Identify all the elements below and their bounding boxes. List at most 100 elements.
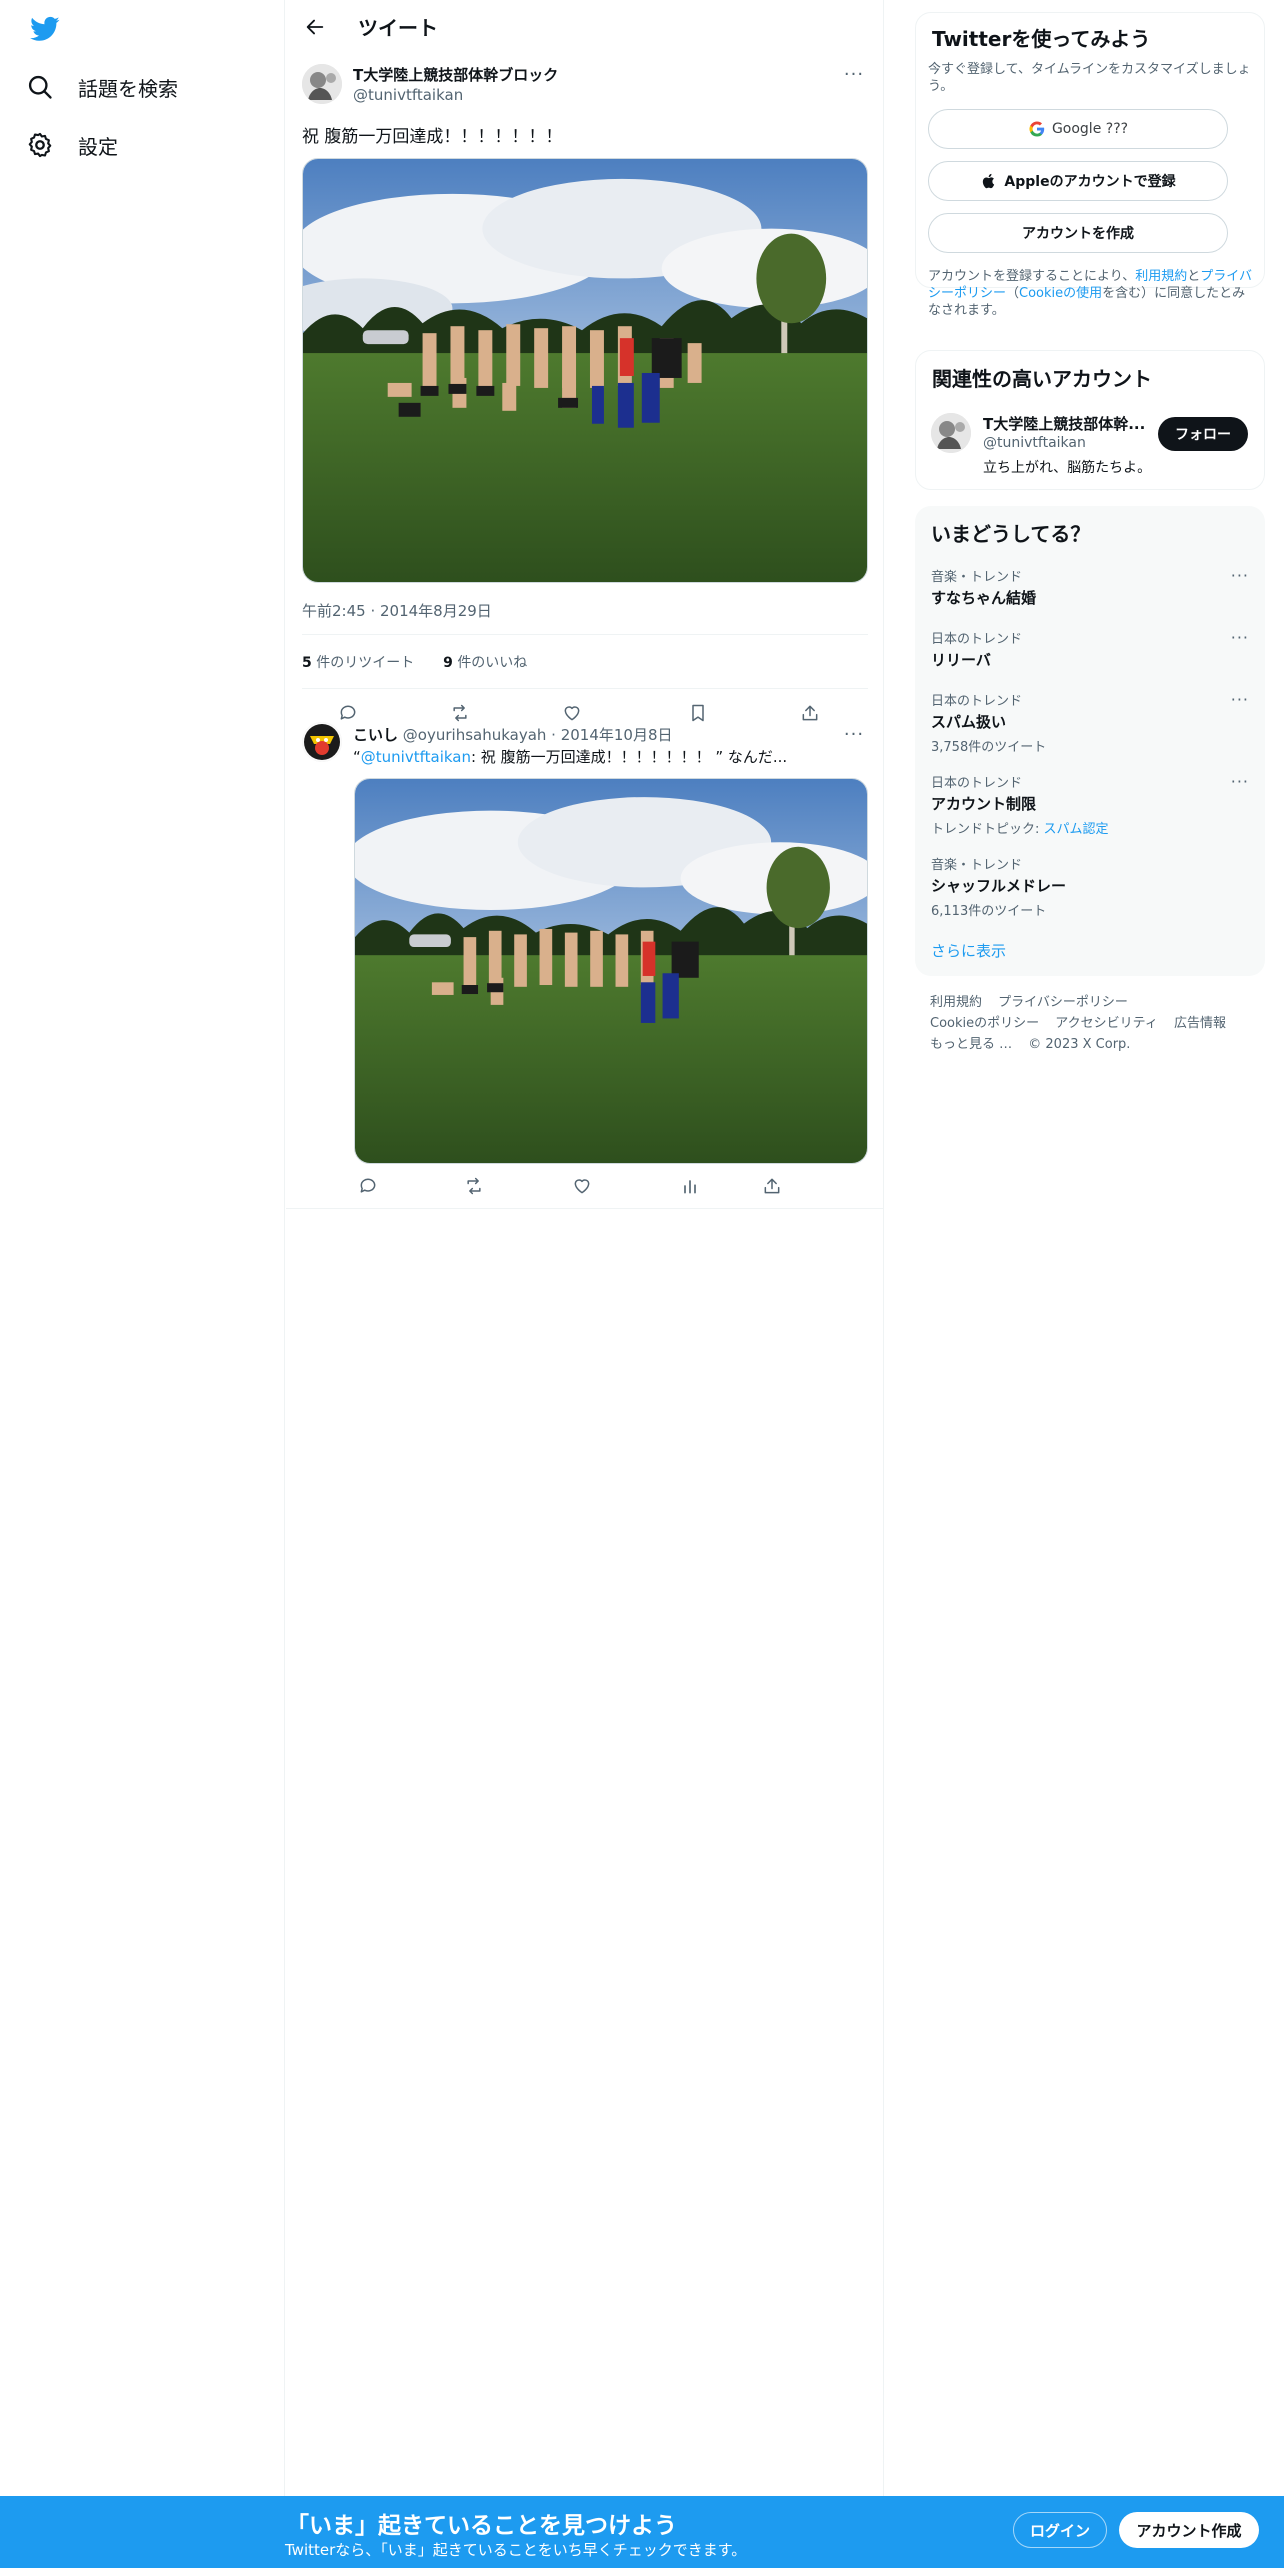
trend-name: スパム扱い xyxy=(931,713,1007,731)
trend-count: 6,113件のツイート xyxy=(931,904,1047,919)
team-photo-image xyxy=(303,159,867,582)
like-count[interactable]: 9 xyxy=(443,655,453,671)
trend-name: シャッフルメドレー xyxy=(931,877,1067,895)
trend-count: 3,758件のツイート xyxy=(931,740,1047,755)
signup-card-title: Twitterを使ってみよう xyxy=(932,27,1151,51)
trend-meta: 日本のトレンド xyxy=(931,694,1023,709)
trend-item[interactable]: 日本のトレンド スパム扱い 3,758件のツイート ··· xyxy=(931,690,1249,755)
trend-item[interactable]: 日本のトレンド アカウント制限 トレンドトピック: スパム認定 ··· xyxy=(931,772,1249,837)
trend-topic: トレンドトピック: スパム認定 xyxy=(931,818,1249,837)
relevant-account-name[interactable]: T大学陸上競技部体幹... xyxy=(983,413,1145,434)
heart-icon[interactable] xyxy=(558,699,586,727)
reply-photo[interactable] xyxy=(354,778,868,1164)
trend-more-icon[interactable]: ··· xyxy=(1231,566,1249,585)
bottom-signup-bar: 「いま」起きていることを見つけよう Twitterなら、「いま」起きていることを… xyxy=(0,2496,1284,2568)
tweet-photo[interactable] xyxy=(302,158,868,583)
footer-terms-link[interactable]: 利用規約 xyxy=(930,995,982,1010)
trend-topic-prefix: トレンドトピック: xyxy=(931,822,1044,837)
cookie-link[interactable]: Cookieの使用 xyxy=(1019,286,1102,301)
nav-explore[interactable]: 話題を検索 xyxy=(26,62,178,112)
gear-icon xyxy=(28,132,52,158)
trend-item[interactable]: 音楽・トレンド すなちゃん結婚 ··· xyxy=(931,566,1249,608)
divider xyxy=(302,634,868,635)
apple-signup-label: Appleのアカウントで登録 xyxy=(1004,174,1176,190)
retweet-count[interactable]: 5 xyxy=(302,655,312,671)
analytics-icon[interactable] xyxy=(676,1172,704,1200)
like-count-label[interactable]: 件のいいね xyxy=(457,655,527,671)
twitter-bird-icon[interactable] xyxy=(28,14,62,44)
signup-button[interactable]: アカウント作成 xyxy=(1119,2512,1259,2548)
bookmark-icon[interactable] xyxy=(684,699,712,727)
footer-accessibility-link[interactable]: アクセシビリティ xyxy=(1055,1016,1158,1031)
nav-settings[interactable]: 設定 xyxy=(26,120,118,170)
signup-card: Twitterを使ってみよう 今すぐ登録して、タイムラインをカスタマイズしましょ… xyxy=(915,12,1265,318)
google-signup-button[interactable]: Google ??? xyxy=(928,109,1228,149)
trend-item[interactable]: 音楽・トレンド シャッフルメドレー 6,113件のツイート xyxy=(931,854,1249,919)
relevant-accounts-card: 関連性の高いアカウント T大学陸上競技部体幹... @tunivtftaikan… xyxy=(915,350,1265,490)
relevant-account-bio: 立ち上がれ、脳筋たちよ。 xyxy=(983,460,1152,476)
trend-item[interactable]: 日本のトレンド リリーバ ··· xyxy=(931,628,1249,670)
tweet-timestamp[interactable]: 午前2:45 · 2014年8月29日 xyxy=(302,600,492,621)
trends-card: いまどうしてる？ 音楽・トレンド すなちゃん結婚 ··· 日本のトレンド リリー… xyxy=(915,506,1265,976)
divider xyxy=(286,1208,884,1209)
trend-more-icon[interactable]: ··· xyxy=(1231,690,1249,709)
quote-mark: “ xyxy=(353,748,361,766)
create-account-button[interactable]: アカウントを作成 xyxy=(928,213,1228,253)
retweet-icon[interactable] xyxy=(460,1172,488,1200)
apple-signup-button[interactable]: Appleのアカウントで登録 xyxy=(928,161,1228,201)
share-icon[interactable] xyxy=(796,699,824,727)
retweet-count-label[interactable]: 件のリツイート xyxy=(316,655,414,671)
trend-meta: 日本のトレンド xyxy=(931,776,1023,791)
signup-card-subtitle: 今すぐ登録して、タイムラインをカスタマイズしましょう。 xyxy=(928,62,1251,94)
trend-meta: 音楽・トレンド xyxy=(931,858,1023,873)
footer-more-link[interactable]: もっと見る … xyxy=(930,1037,1012,1052)
footer-ads-link[interactable]: 広告情報 xyxy=(1174,1016,1226,1031)
create-account-label: アカウントを作成 xyxy=(1022,226,1134,242)
bottom-bar-headline: 「いま」起きていることを見つけよう xyxy=(286,2513,677,2539)
footer-privacy-link[interactable]: プライバシーポリシー xyxy=(998,995,1128,1010)
author-handle[interactable]: @tunivtftaikan xyxy=(353,86,463,104)
share-icon[interactable] xyxy=(758,1172,786,1200)
trend-more-icon[interactable]: ··· xyxy=(1231,772,1249,791)
footer-cookie-link[interactable]: Cookieのポリシー xyxy=(930,1016,1039,1031)
search-icon xyxy=(28,75,52,99)
reply-author-name[interactable]: こいし xyxy=(353,726,398,744)
trend-meta: 日本のトレンド xyxy=(931,632,1023,647)
relevant-account-handle[interactable]: @tunivtftaikan xyxy=(983,435,1086,451)
footer-links: 利用規約 プライバシーポリシー Cookieのポリシー アクセシビリティ 広告情… xyxy=(930,992,1260,1055)
more-options-icon[interactable]: ··· xyxy=(842,62,866,86)
reply-icon[interactable] xyxy=(354,1172,382,1200)
trends-title: いまどうしてる？ xyxy=(931,522,1091,546)
google-icon xyxy=(1029,121,1045,137)
left-navigation: 話題を検索 設定 xyxy=(0,0,285,2496)
author-name[interactable]: T大学陸上競技部体幹ブロック xyxy=(353,64,558,85)
trend-more-icon[interactable]: ··· xyxy=(1231,628,1249,647)
heart-icon[interactable] xyxy=(568,1172,596,1200)
retweet-icon[interactable] xyxy=(446,699,474,727)
trend-meta: 音楽・トレンド xyxy=(931,570,1023,585)
terms-prefix: アカウントを登録することにより、 xyxy=(928,269,1136,284)
tweet-stats: 5 件のリツイート 9 件のいいね xyxy=(302,652,527,672)
reply-mention-link[interactable]: @tunivtftaikan xyxy=(361,748,471,766)
relevant-accounts-title: 関連性の高いアカウント xyxy=(932,367,1152,391)
reply-more-options-icon[interactable]: ··· xyxy=(842,722,866,746)
apple-icon xyxy=(983,173,995,189)
author-avatar[interactable] xyxy=(302,64,342,104)
trend-topic-link[interactable]: スパム認定 xyxy=(1044,822,1109,837)
nav-explore-label: 話題を検索 xyxy=(78,76,178,101)
trend-name: リリーバ xyxy=(931,651,991,669)
footer-copyright: © 2023 X Corp. xyxy=(1028,1037,1131,1052)
reply-author-avatar[interactable] xyxy=(302,722,342,762)
signup-terms: アカウントを登録することにより、利用規約とプライバシーポリシー（Cookieの使… xyxy=(928,268,1258,319)
terms-link[interactable]: 利用規約 xyxy=(1135,269,1187,284)
reply-handle-date[interactable]: @oyurihsahukayah · 2014年10月8日 xyxy=(403,726,673,744)
terms-and: と xyxy=(1187,269,1201,284)
reply-icon[interactable] xyxy=(334,699,362,727)
login-button[interactable]: ログイン xyxy=(1013,2512,1107,2548)
relevant-account-avatar[interactable] xyxy=(931,413,971,453)
reply-text-rest: : 祝 腹筋一万回達成！！！！！！！ ” なんだ... xyxy=(470,748,788,766)
back-button[interactable] xyxy=(300,12,330,42)
show-more-link[interactable]: さらに表示 xyxy=(931,940,1006,961)
follow-button[interactable]: フォロー xyxy=(1158,417,1248,451)
reply-action-bar xyxy=(354,1172,868,1200)
